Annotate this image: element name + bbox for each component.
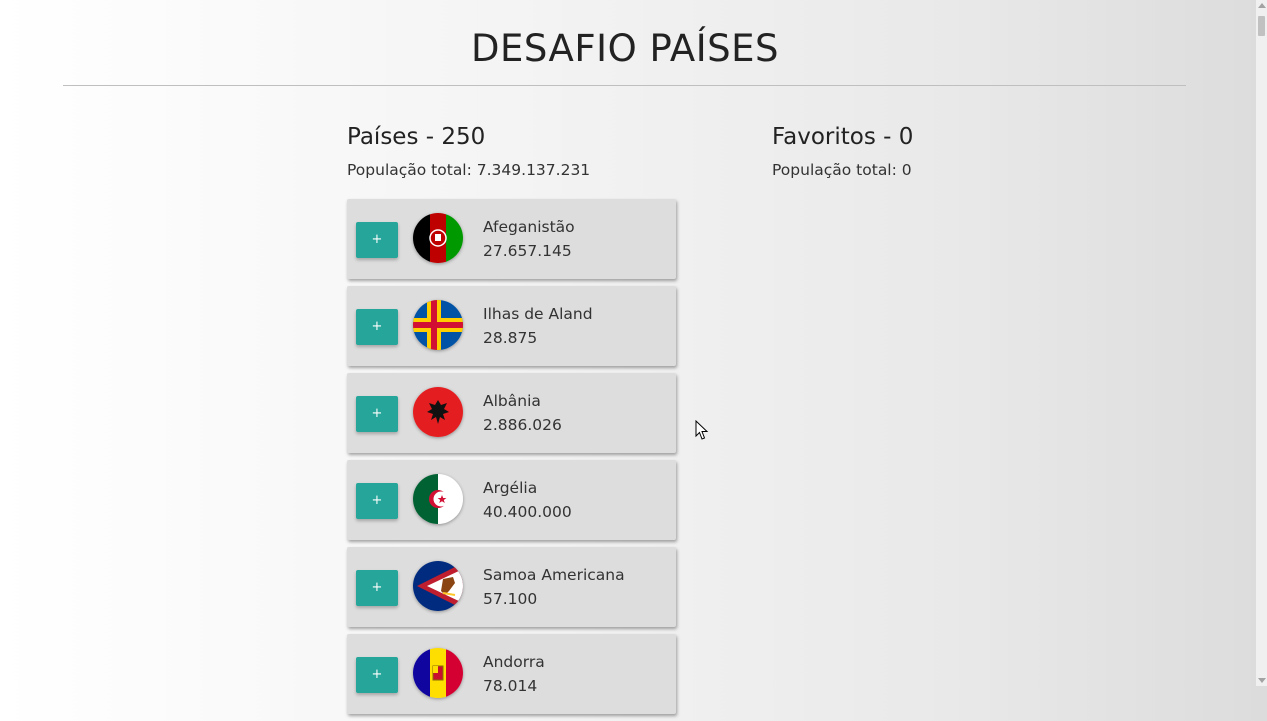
country-population: 2.886.026 xyxy=(483,416,562,434)
favorites-total-population: População total: 0 xyxy=(772,161,912,179)
country-card: + Albânia 2.886.026 xyxy=(347,373,676,453)
country-list: + Afeganistão 27.657.145 + Ilhas de Alan… xyxy=(347,199,678,721)
country-card: + Ilhas de Aland 28.875 xyxy=(347,286,676,366)
country-card: + Argélia 40.400.000 xyxy=(347,460,676,540)
country-name: Ilhas de Aland xyxy=(483,305,593,323)
country-population: 28.875 xyxy=(483,329,538,347)
header-divider xyxy=(63,85,1186,86)
algeria-flag-icon xyxy=(413,474,463,524)
country-card: + Afeganistão 27.657.145 xyxy=(347,199,676,279)
country-card: + Andorra 78.014 xyxy=(347,634,676,714)
vertical-scrollbar[interactable] xyxy=(1256,0,1267,686)
country-name: Albânia xyxy=(483,392,541,410)
countries-heading: Países - 250 xyxy=(347,124,486,150)
country-name: Afeganistão xyxy=(483,218,575,236)
favorites-heading: Favoritos - 0 xyxy=(772,124,914,150)
scroll-up-arrow-icon[interactable] xyxy=(1258,3,1266,8)
country-population: 27.657.145 xyxy=(483,242,572,260)
country-population: 57.100 xyxy=(483,590,538,608)
american-samoa-flag-icon xyxy=(413,561,463,611)
country-name: Andorra xyxy=(483,653,545,671)
aland-flag-icon xyxy=(413,300,463,350)
andorra-flag-icon xyxy=(413,648,463,698)
albania-flag-icon xyxy=(413,387,463,437)
country-population: 40.400.000 xyxy=(483,503,572,521)
country-population: 78.014 xyxy=(483,677,538,695)
page-title: DESAFIO PAÍSES xyxy=(471,27,779,70)
scroll-down-arrow-icon[interactable] xyxy=(1258,678,1266,683)
country-name: Argélia xyxy=(483,479,538,497)
countries-total-population: População total: 7.349.137.231 xyxy=(347,161,591,179)
mouse-cursor-icon xyxy=(695,420,709,440)
add-favorite-button[interactable]: + xyxy=(356,657,398,693)
add-favorite-button[interactable]: + xyxy=(356,222,398,258)
add-favorite-button[interactable]: + xyxy=(356,570,398,606)
afghanistan-flag-icon xyxy=(413,213,463,263)
country-card: + Samoa Americana 57.100 xyxy=(347,547,676,627)
add-favorite-button[interactable]: + xyxy=(356,309,398,345)
page: DESAFIO PAÍSES Países - 250 População to… xyxy=(0,0,1256,714)
add-favorite-button[interactable]: + xyxy=(356,396,398,432)
add-favorite-button[interactable]: + xyxy=(356,483,398,519)
scrollbar-thumb[interactable] xyxy=(1258,16,1265,36)
country-name: Samoa Americana xyxy=(483,566,625,584)
